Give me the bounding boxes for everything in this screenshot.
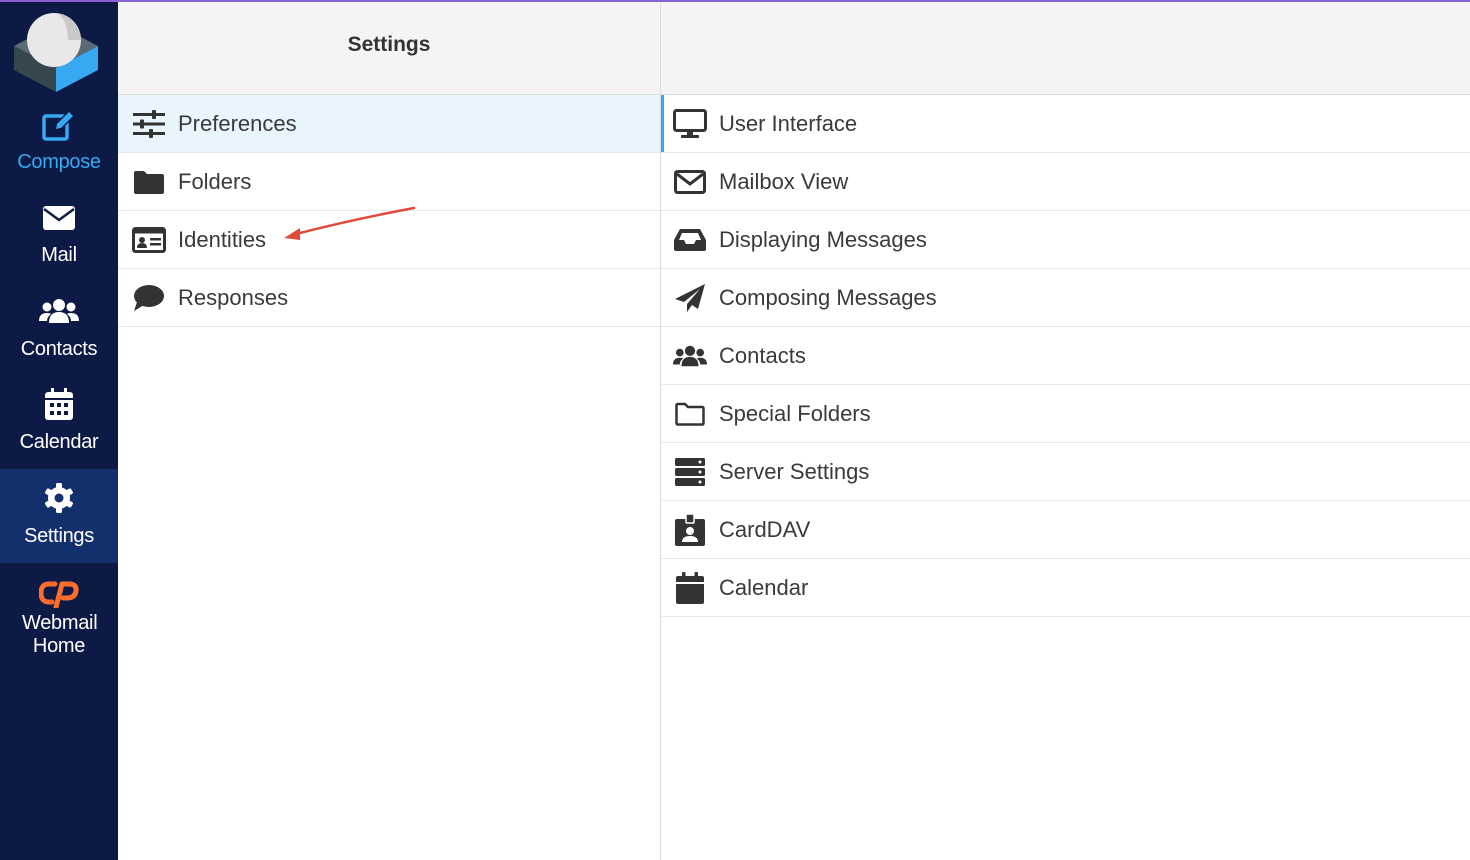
nav-settings[interactable]: Settings (0, 469, 118, 563)
envelope-outline-icon (673, 165, 707, 199)
settings-item-identities[interactable]: Identities (118, 211, 660, 269)
paper-plane-icon (673, 281, 707, 315)
settings-item-label: Responses (178, 285, 289, 310)
app-logo (10, 6, 102, 92)
nav-contacts[interactable]: Contacts (0, 286, 118, 378)
top-accent-line (0, 0, 1470, 2)
pref-item-label: Special Folders (719, 401, 871, 426)
monitor-icon (673, 107, 707, 141)
settings-panel: Settings Preferences Folders Identities … (118, 0, 661, 860)
preferences-header (661, 0, 1470, 95)
calendar-icon (0, 387, 118, 421)
pref-item-label: Mailbox View (719, 169, 849, 194)
nav-calendar[interactable]: Calendar (0, 379, 118, 471)
server-icon (673, 455, 707, 489)
compose-icon (0, 108, 118, 142)
settings-title: Settings (347, 33, 431, 56)
folder-icon (132, 165, 166, 199)
address-card-icon (673, 513, 707, 547)
comment-icon (132, 281, 166, 315)
nav-webmail-home-label: Webmail Home (22, 612, 98, 657)
preferences-list: User Interface Mailbox View Displaying M… (661, 95, 1470, 617)
settings-item-label: Folders (178, 169, 252, 194)
envelope-icon (0, 201, 118, 235)
pref-item-label: Calendar (719, 575, 809, 600)
id-card-icon (132, 223, 166, 257)
settings-header: Settings (118, 0, 660, 95)
nav-contacts-label: Contacts (20, 338, 98, 360)
nav-mail[interactable]: Mail (0, 193, 118, 285)
inbox-icon (673, 223, 707, 257)
pref-item-label: Composing Messages (719, 285, 937, 310)
nav-compose[interactable]: Compose (0, 102, 118, 194)
pref-item-label: User Interface (719, 111, 858, 136)
nav-compose-label: Compose (17, 151, 101, 173)
gear-icon (0, 481, 118, 515)
nav-webmail-home[interactable]: Webmail Home (0, 566, 118, 666)
settings-item-folders[interactable]: Folders (118, 153, 660, 211)
settings-item-preferences[interactable]: Preferences (118, 95, 660, 153)
folder-outline-icon (673, 397, 707, 431)
pref-item-displaying-messages[interactable]: Displaying Messages (661, 211, 1470, 269)
pref-item-label: Server Settings (719, 459, 870, 484)
cpanel-icon (0, 576, 118, 610)
nav-calendar-label: Calendar (19, 431, 99, 453)
settings-item-label: Preferences (178, 111, 297, 136)
sidebar: Compose Mail Contacts Calendar Settings … (0, 0, 118, 860)
pref-item-server-settings[interactable]: Server Settings (661, 443, 1470, 501)
users-icon (673, 339, 707, 373)
pref-item-user-interface[interactable]: User Interface (661, 95, 1470, 153)
roundcube-logo-icon (14, 13, 98, 92)
settings-item-label: Identities (178, 227, 267, 252)
pref-item-calendar[interactable]: Calendar (661, 559, 1470, 617)
nav-mail-label: Mail (41, 244, 77, 266)
sliders-icon (132, 107, 166, 141)
pref-item-label: Contacts (719, 343, 806, 368)
preferences-panel: User Interface Mailbox View Displaying M… (661, 0, 1470, 860)
pref-item-composing-messages[interactable]: Composing Messages (661, 269, 1470, 327)
calendar-icon (673, 571, 707, 605)
settings-item-responses[interactable]: Responses (118, 269, 660, 327)
users-icon (0, 294, 118, 328)
pref-item-label: CardDAV (719, 517, 811, 542)
nav-settings-label: Settings (24, 525, 94, 547)
pref-item-label: Displaying Messages (719, 227, 927, 252)
settings-list: Preferences Folders Identities Responses (118, 95, 660, 327)
pref-item-special-folders[interactable]: Special Folders (661, 385, 1470, 443)
pref-item-mailbox-view[interactable]: Mailbox View (661, 153, 1470, 211)
pref-item-contacts[interactable]: Contacts (661, 327, 1470, 385)
pref-item-carddav[interactable]: CardDAV (661, 501, 1470, 559)
